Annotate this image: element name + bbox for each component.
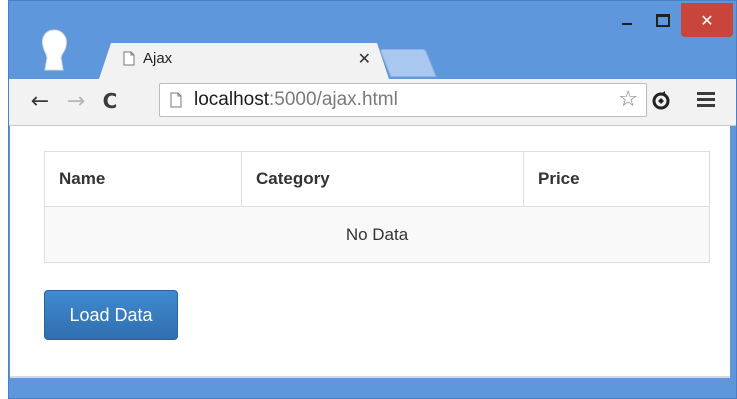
url-host: localhost xyxy=(194,89,269,110)
maximize-button[interactable] xyxy=(645,3,681,37)
minimize-icon xyxy=(622,23,632,25)
maximize-icon xyxy=(656,13,670,27)
minimize-button[interactable] xyxy=(609,3,645,37)
address-bar[interactable]: localhost:5000/ajax.html ☆ xyxy=(159,83,647,117)
tab-close-icon[interactable]: ✕ xyxy=(358,49,371,68)
product-table: Name Category Price No Data xyxy=(44,151,710,263)
tab-ajax[interactable]: Ajax ✕ xyxy=(99,43,389,79)
profile-avatar-icon[interactable] xyxy=(35,26,73,74)
column-header-name: Name xyxy=(44,151,242,207)
arrow-left-icon[interactable]: ← xyxy=(27,88,53,114)
titlebar: ✕ Ajax ✕ xyxy=(9,1,736,79)
star-icon[interactable]: ☆ xyxy=(618,87,638,112)
browser-toolbar: ← → C localhost:5000/ajax.html ☆ xyxy=(9,79,736,126)
new-tab-icon[interactable] xyxy=(379,49,437,77)
column-header-category: Category xyxy=(241,151,524,207)
arrow-right-icon[interactable]: → xyxy=(63,88,89,114)
page-content: Name Category Price No Data Load Data xyxy=(10,126,730,378)
table-header-row: Name Category Price xyxy=(44,151,710,207)
close-icon: ✕ xyxy=(700,10,714,30)
hamburger-menu-icon[interactable] xyxy=(697,92,715,108)
reload-icon[interactable]: C xyxy=(97,88,123,114)
url-path: :5000/ajax.html xyxy=(269,89,398,110)
browser-window: ✕ Ajax ✕ ← → C localhost:5000/ajax.html … xyxy=(8,0,737,399)
load-data-button[interactable]: Load Data xyxy=(44,290,178,340)
no-data-message: No Data xyxy=(44,206,710,263)
table-row: No Data xyxy=(44,206,710,263)
column-header-price: Price xyxy=(523,151,710,207)
close-window-button[interactable]: ✕ xyxy=(681,3,733,37)
page-icon xyxy=(123,51,135,66)
window-controls: ✕ xyxy=(609,3,733,39)
tab-title: Ajax xyxy=(143,50,173,67)
extension-icon[interactable] xyxy=(651,91,671,111)
url-text: localhost:5000/ajax.html xyxy=(194,89,398,111)
page-icon xyxy=(170,92,182,108)
